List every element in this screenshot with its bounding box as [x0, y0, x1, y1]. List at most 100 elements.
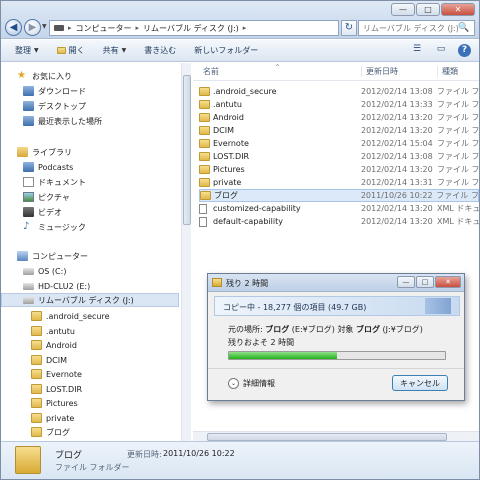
nav-subfolder[interactable]: private — [1, 411, 179, 425]
file-row[interactable]: default-capability 2012/02/14 13:20 XML ドキ… — [199, 215, 479, 228]
from-value[interactable]: ブログ — [265, 325, 289, 334]
nav-documents[interactable]: ドキュメント — [1, 175, 179, 189]
details-date: 2011/10/26 10:22 — [163, 449, 235, 458]
preview-pane-icon[interactable]: ▭ — [434, 44, 448, 57]
nav-label: Evernote — [46, 369, 82, 379]
forward-button[interactable]: ▶ — [24, 19, 41, 36]
scrollbar-thumb[interactable] — [183, 75, 191, 225]
file-type: XML ドキュメント — [437, 204, 479, 213]
nav-drive-e[interactable]: HD-CLU2 (E:) — [1, 279, 179, 293]
search-icon[interactable]: 🔍 — [458, 23, 469, 33]
file-row[interactable]: ブログ 2011/10/26 10:22ファイル フォルダー — [199, 189, 479, 202]
nav-label: リムーバブル ディスク (J:) — [38, 295, 134, 305]
file-date: 2012/02/14 13:20 — [361, 165, 433, 174]
horizontal-scrollbar[interactable] — [193, 431, 479, 441]
folder-icon — [31, 355, 42, 365]
more-details-toggle[interactable]: ⌄ 詳細情報 — [228, 378, 275, 389]
address-bar[interactable]: ▸ コンピューター ▸ リムーバブル ディスク (J:) ▸ — [49, 20, 339, 36]
nav-label: private — [46, 413, 75, 423]
refresh-button[interactable]: ↻ — [341, 20, 357, 36]
cancel-button[interactable]: キャンセル — [392, 375, 448, 391]
podcasts-icon — [23, 162, 34, 172]
close-button[interactable]: ✕ — [441, 3, 475, 16]
nav-recent-places[interactable]: 最近表示した場所 — [1, 114, 179, 128]
file-date: 2012/02/14 13:08 — [361, 152, 433, 161]
nav-videos[interactable]: ビデオ — [1, 205, 179, 219]
breadcrumb-computer[interactable]: コンピューター — [76, 23, 132, 34]
new-folder-button[interactable]: 新しいフォルダー — [194, 45, 258, 56]
nav-downloads[interactable]: ダウンロード — [1, 84, 179, 98]
help-icon[interactable]: ? — [458, 44, 471, 57]
search-box[interactable]: 🔍 — [358, 20, 475, 36]
maximize-button[interactable]: □ — [416, 3, 440, 16]
nav-computer[interactable]: コンピューター — [1, 249, 179, 263]
nav-subfolder[interactable]: DCIM — [1, 353, 179, 367]
dialog-close-button[interactable]: ✕ — [435, 276, 461, 288]
breadcrumb-separator-icon[interactable]: ▸ — [68, 24, 72, 32]
file-row[interactable]: private 2012/02/14 13:31 ファイル フォルダー — [199, 176, 479, 189]
file-row[interactable]: DCIM 2012/02/14 13:20 ファイル フォルダー — [199, 124, 479, 137]
nav-favorites[interactable]: ★ お気に入り — [1, 69, 179, 83]
search-input[interactable] — [363, 23, 458, 33]
file-name: .antutu — [213, 100, 242, 109]
breadcrumb-separator-icon[interactable]: ▸ — [243, 24, 247, 32]
folder-icon — [31, 369, 42, 379]
nav-pictures-library[interactable]: ピクチャ — [1, 190, 179, 204]
folder-icon — [31, 398, 42, 408]
nav-subfolder[interactable]: Evernote — [1, 367, 179, 381]
column-date-modified[interactable]: 更新日時 — [361, 66, 437, 77]
dialog-maximize-button[interactable]: □ — [416, 276, 434, 288]
nav-drive-j[interactable]: リムーバブル ディスク (J:) — [1, 293, 179, 307]
nav-desktop[interactable]: デスクトップ — [1, 99, 179, 113]
nav-subfolder[interactable]: Pictures — [1, 396, 179, 410]
copy-status-banner: コピー中 - 18,277 個の項目 (49.7 GB) — [214, 296, 460, 316]
file-row[interactable]: customized-capability 2012/02/14 13:20 XML… — [199, 202, 479, 215]
breadcrumb-removable-disk[interactable]: リムーバブル ディスク (J:) — [143, 23, 239, 34]
minimize-button[interactable]: — — [391, 3, 415, 16]
file-row[interactable]: Android 2012/02/14 13:20 ファイル フォルダー — [199, 111, 479, 124]
breadcrumb-separator-icon[interactable]: ▸ — [136, 24, 140, 32]
to-value[interactable]: ブログ — [356, 325, 380, 334]
nav-subfolder[interactable]: ブログ — [1, 425, 179, 439]
speed-graph — [425, 298, 451, 314]
nav-label: ミュージック — [38, 222, 86, 232]
file-row[interactable]: .android_secure 2012/02/14 13:08 ファイル フォルダ… — [199, 85, 479, 98]
column-type[interactable]: 種類 — [437, 66, 479, 77]
organize-button[interactable]: 整理 ▼ — [15, 45, 39, 56]
back-button[interactable]: ◀ — [5, 19, 22, 36]
nav-subfolder[interactable]: LOST.DIR — [1, 382, 179, 396]
file-name: Pictures — [213, 165, 245, 174]
view-options-icon[interactable]: ☰ — [410, 44, 424, 57]
nav-label: .android_secure — [46, 311, 110, 321]
file-row[interactable]: LOST.DIR 2012/02/14 13:08 ファイル フォルダー — [199, 150, 479, 163]
nav-label: 最近表示した場所 — [38, 116, 102, 126]
nav-drive-c[interactable]: OS (C:) — [1, 264, 179, 278]
drive-icon — [23, 282, 34, 290]
dialog-title-bar: 残り 2 時間 — □ ✕ — [208, 274, 464, 292]
nav-libraries[interactable]: ライブラリ — [1, 145, 179, 159]
column-header: 名前 更新日時 種類 ^ — [193, 63, 479, 81]
file-row[interactable]: Pictures 2012/02/14 13:20 ファイル フォルダー — [199, 163, 479, 176]
nav-music[interactable]: ♪ ミュージック — [1, 220, 179, 234]
burn-label: 書き込む — [144, 46, 177, 55]
share-button[interactable]: 共有 ▼ — [103, 45, 127, 56]
nav-subfolder[interactable]: .android_secure — [1, 309, 179, 323]
nav-subfolder[interactable]: Android — [1, 338, 179, 352]
chevron-down-icon: ⌄ — [228, 378, 239, 389]
file-row[interactable]: Evernote 2012/02/14 15:04 ファイル フォルダー — [199, 137, 479, 150]
nav-podcasts[interactable]: Podcasts — [1, 160, 179, 174]
organize-label: 整理 — [15, 46, 31, 55]
folder-icon — [31, 326, 42, 336]
file-type: ファイル フォルダー — [437, 113, 479, 122]
scrollbar-thumb[interactable] — [207, 433, 447, 441]
history-dropdown-icon[interactable]: ▼ — [42, 23, 47, 30]
nav-subfolder[interactable]: .antutu — [1, 324, 179, 338]
file-row[interactable]: .antutu 2012/02/14 13:33 ファイル フォルダー — [199, 98, 479, 111]
dialog-minimize-button[interactable]: — — [397, 276, 415, 288]
file-date: 2012/02/14 13:33 — [361, 100, 433, 109]
burn-button[interactable]: 書き込む — [144, 45, 176, 56]
navigation-scrollbar[interactable] — [181, 63, 191, 441]
open-button[interactable]: 開く — [56, 45, 85, 56]
file-name: default-capability — [213, 217, 283, 226]
file-name: customized-capability — [213, 204, 301, 213]
